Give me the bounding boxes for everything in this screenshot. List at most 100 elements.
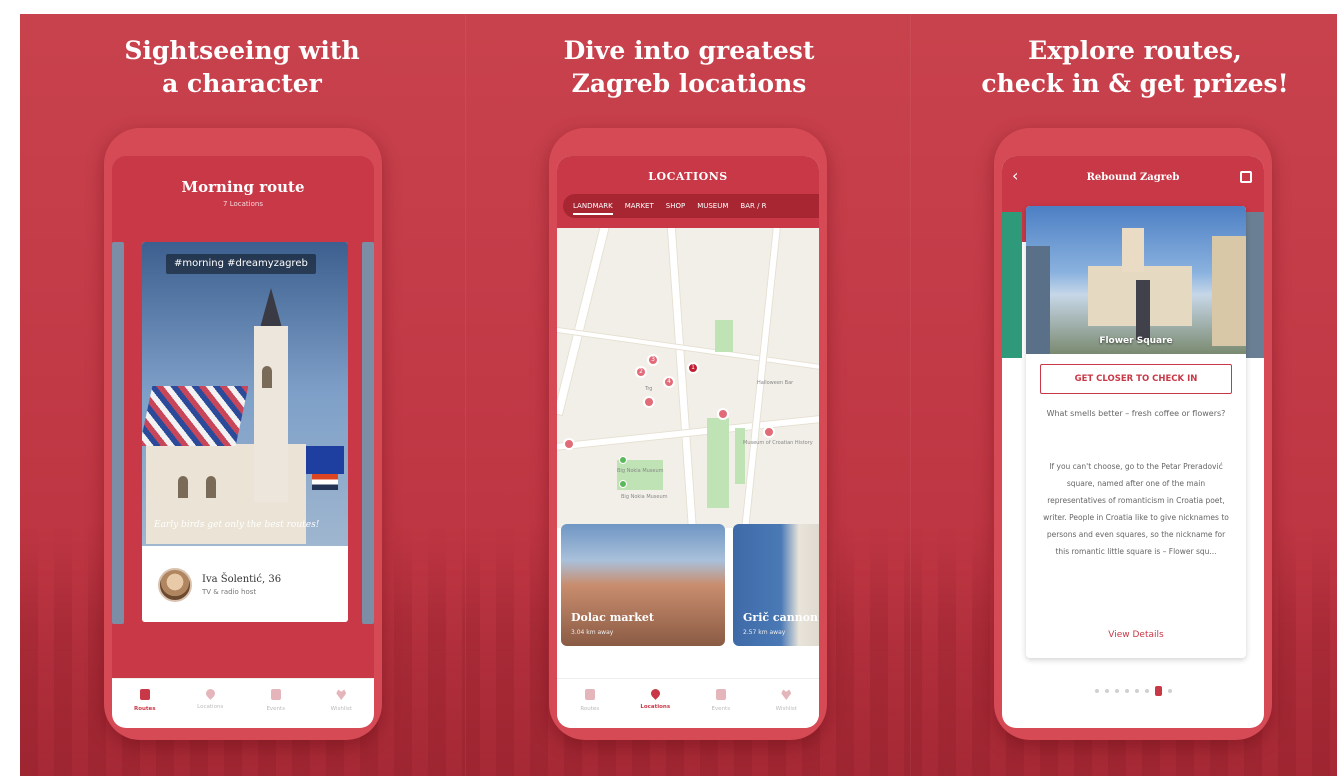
tab-label: Locations	[197, 704, 224, 710]
place-distance: 2.57 km away	[743, 629, 786, 636]
tab-routes[interactable]: Routes	[112, 679, 178, 728]
pagination-dot-active[interactable]	[1154, 686, 1162, 696]
location-pin-icon	[203, 687, 217, 700]
tab-label: Routes	[133, 706, 156, 712]
bottom-tabbar: Routes Locations Events Wishlist	[557, 678, 819, 728]
place-photo	[733, 524, 819, 646]
pagination-dot[interactable]	[1124, 689, 1129, 693]
location-card: Flower Square GET CLOSER TO CHECK IN Wha…	[1026, 206, 1246, 658]
tab-events[interactable]: Events	[243, 679, 309, 728]
pagination-dots	[1002, 686, 1264, 696]
calendar-icon	[715, 689, 726, 700]
route-detail-header: ‹ Rebound Zagreb	[1002, 156, 1264, 202]
locations-map[interactable]: Trg Big Nokia Museum Big Nokia Museum Ha…	[557, 228, 819, 528]
route-caption: Early birds get only the best routes!	[154, 520, 320, 530]
tab-label: Events	[266, 706, 286, 712]
route-detail-screen: ‹ Rebound Zagreb Flower Square GET CLOSE…	[1002, 156, 1264, 728]
page-title: LOCATIONS	[648, 170, 728, 183]
tab-wishlist[interactable]: Wishlist	[309, 679, 375, 728]
map-marker[interactable]	[643, 396, 655, 408]
tab-market[interactable]: MARKET	[625, 202, 654, 210]
map-marker[interactable]: 4	[663, 376, 675, 388]
place-name: Dolac market	[571, 611, 654, 624]
bottom-tabbar: Routes Locations Events Wishlist	[112, 678, 374, 728]
route-photo: #morning #dreamyzagreb Early birds get o…	[142, 242, 348, 546]
tab-label: Locations	[640, 704, 671, 710]
pagination-dot[interactable]	[1094, 689, 1099, 693]
map-marker[interactable]	[763, 426, 775, 438]
map-marker-selected[interactable]: 1	[687, 362, 699, 374]
route-card[interactable]: #morning #dreamyzagreb Early birds get o…	[142, 242, 348, 622]
church-illustration	[142, 288, 348, 546]
place-card[interactable]: Dolac market 3.04 km away	[561, 524, 725, 646]
pagination-dot[interactable]	[1114, 689, 1119, 693]
heart-icon	[781, 689, 792, 700]
route-icon	[584, 689, 595, 700]
promo-banner: Sightseeing with a character Dive into g…	[20, 14, 1337, 776]
pagination-dot[interactable]	[1144, 689, 1149, 693]
headline-line: check in & get prizes!	[981, 69, 1289, 98]
page-title: Rebound Zagreb	[1086, 172, 1180, 183]
tab-wishlist[interactable]: Wishlist	[754, 679, 820, 728]
next-route-card[interactable]	[362, 242, 374, 624]
locations-header: LOCATIONS LANDMARK MARKET SHOP MUSEUM BA…	[557, 156, 819, 228]
next-location-card[interactable]	[1244, 212, 1264, 358]
tab-locations[interactable]: Locations	[623, 679, 689, 728]
place-photo	[561, 524, 725, 646]
author-name: Iva Šolentić, 36	[202, 574, 282, 585]
tab-locations[interactable]: Locations	[178, 679, 244, 728]
headline-line: Sightseeing with	[124, 36, 360, 65]
place-distance: 3.04 km away	[571, 629, 614, 636]
route-hashtags: #morning #dreamyzagreb	[166, 254, 316, 274]
tab-routes[interactable]: Routes	[557, 679, 623, 728]
category-tabs: LANDMARK MARKET SHOP MUSEUM BAR / R	[563, 194, 819, 218]
location-pin-icon	[648, 687, 662, 700]
place-card[interactable]: Grič cannon 2.57 km away	[733, 524, 819, 646]
locations-screen: LOCATIONS LANDMARK MARKET SHOP MUSEUM BA…	[557, 156, 819, 728]
tab-museum[interactable]: MUSEUM	[697, 202, 728, 210]
map-label: Trg	[645, 386, 653, 392]
map-marker-market[interactable]	[619, 480, 627, 488]
tab-label: Routes	[580, 706, 600, 712]
view-details-link[interactable]: View Details	[1026, 630, 1246, 640]
tab-bar[interactable]: BAR / R	[740, 202, 766, 210]
previous-route-card[interactable]	[112, 242, 124, 624]
tab-events[interactable]: Events	[688, 679, 754, 728]
tab-shop[interactable]: SHOP	[666, 202, 685, 210]
map-marker[interactable]: 2	[635, 366, 647, 378]
previous-location-card[interactable]	[1002, 212, 1022, 358]
map-marker[interactable]	[563, 438, 575, 450]
headline-line: Zagreb locations	[571, 69, 807, 98]
map-marker-market[interactable]	[619, 456, 627, 464]
check-in-button[interactable]: GET CLOSER TO CHECK IN	[1040, 364, 1232, 394]
routes-screen: Morning route 7 Locations #morning #drea…	[112, 156, 374, 728]
pagination-dot[interactable]	[1167, 689, 1172, 693]
pagination-dot[interactable]	[1104, 689, 1109, 693]
route-title: Morning route	[181, 178, 305, 196]
headline-right: Explore routes, check in & get prizes!	[955, 34, 1315, 100]
tab-label: Wishlist	[330, 706, 352, 712]
route-author[interactable]: Iva Šolentić, 36 TV & radio host	[142, 552, 348, 622]
place-name: Grič cannon	[743, 611, 819, 624]
heart-icon	[336, 689, 347, 700]
map-label: Halloween Bar	[757, 380, 794, 386]
headline-line: a character	[162, 69, 322, 98]
headline-center: Dive into greatest Zagreb locations	[509, 34, 869, 100]
headline-line: Explore routes,	[1028, 36, 1242, 65]
calendar-icon	[270, 689, 281, 700]
tab-label: Events	[711, 706, 731, 712]
map-icon[interactable]	[1240, 171, 1252, 183]
panel-divider	[465, 14, 466, 776]
location-question: What smells better – fresh coffee or flo…	[1046, 409, 1226, 418]
map-label: Big Nokia Museum	[617, 468, 664, 474]
phone-locations: LOCATIONS LANDMARK MARKET SHOP MUSEUM BA…	[549, 128, 827, 740]
author-role: TV & radio host	[202, 588, 257, 596]
pagination-dot[interactable]	[1134, 689, 1139, 693]
map-marker[interactable]	[717, 408, 729, 420]
phone-routes: Morning route 7 Locations #morning #drea…	[104, 128, 382, 740]
map-label: Big Nokia Museum	[621, 494, 668, 500]
tab-label: Wishlist	[775, 706, 797, 712]
tab-landmark[interactable]: LANDMARK	[573, 202, 613, 215]
map-marker[interactable]: 3	[647, 354, 659, 366]
map-label: Museum of Croatian History	[743, 440, 813, 446]
